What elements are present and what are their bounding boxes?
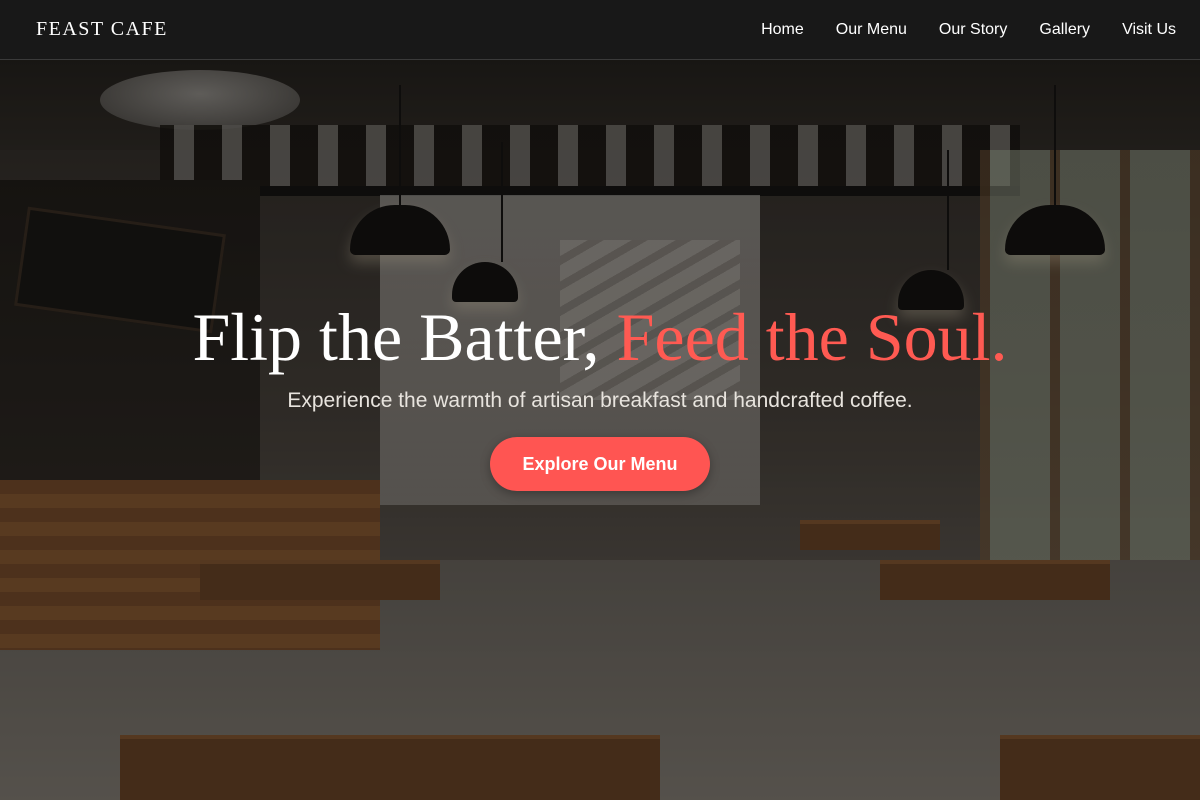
hero-subheadline: Experience the warmth of artisan breakfa… <box>287 388 913 412</box>
nav-item-visit-us[interactable]: Visit Us <box>1122 21 1176 39</box>
nav-item-our-story[interactable]: Our Story <box>939 21 1007 39</box>
explore-menu-button[interactable]: Explore Our Menu <box>490 436 710 491</box>
nav-item-home[interactable]: Home <box>761 21 804 39</box>
nav-item-gallery[interactable]: Gallery <box>1039 21 1090 39</box>
brand-logo[interactable]: FEAST CAFE <box>36 18 168 41</box>
navbar: FEAST CAFE Home Our Menu Our Story Galle… <box>0 0 1200 60</box>
main-nav: Home Our Menu Our Story Gallery Visit Us <box>761 21 1176 39</box>
landing-page: FEAST CAFE Home Our Menu Our Story Galle… <box>0 0 1200 800</box>
nav-item-our-menu[interactable]: Our Menu <box>836 21 907 39</box>
headline-accent: Feed the Soul. <box>616 299 1008 375</box>
headline-part-1: Flip the Batter, <box>192 299 617 375</box>
hero-section: Flip the Batter, Feed the Soul. Experien… <box>0 300 1200 491</box>
hero-headline: Flip the Batter, Feed the Soul. <box>0 300 1200 375</box>
